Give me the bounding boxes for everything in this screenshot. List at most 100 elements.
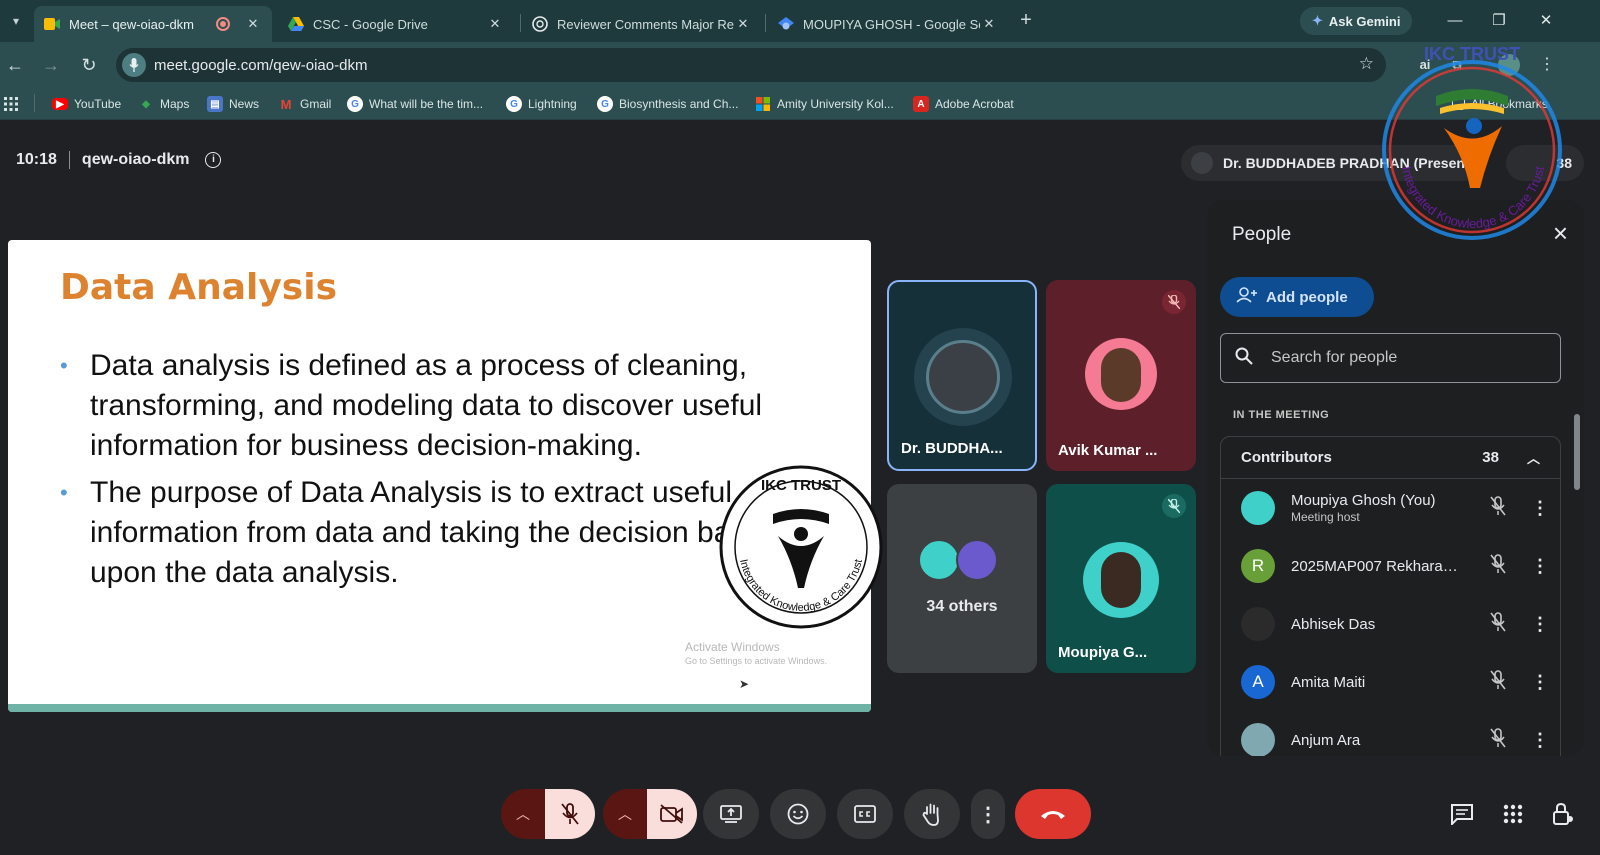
google-icon: G — [347, 96, 363, 112]
participant-tile-avik[interactable]: Avik Kumar ... — [1046, 280, 1196, 471]
tab-search-button[interactable]: ▾ — [4, 9, 28, 33]
bookmark-label: Adobe Acrobat — [935, 97, 1014, 111]
participant-row[interactable]: Moupiya Ghosh (You) Meeting host ⋮ — [1221, 479, 1560, 537]
ask-gemini-label: Ask Gemini — [1328, 13, 1401, 29]
more-options-icon[interactable]: ⋮ — [1530, 614, 1550, 635]
leave-call-button[interactable] — [1015, 789, 1091, 839]
raise-hand-button[interactable] — [904, 789, 960, 839]
avatar — [1085, 338, 1157, 410]
video-options-button[interactable]: ︿ — [603, 789, 647, 839]
youtube-icon: ▶ — [52, 98, 68, 110]
tab-scholar[interactable]: MOUPIYA GHOSH - Google Sch ✕ — [768, 6, 1008, 42]
activities-button[interactable] — [1498, 799, 1528, 829]
meeting-code: qew-oiao-dkm — [81, 151, 190, 168]
add-people-label: Add people — [1266, 288, 1348, 306]
tab-title: Reviewer Comments Major Revi — [557, 16, 734, 32]
tab-title: MOUPIYA GHOSH - Google Sch — [803, 16, 980, 32]
tab-drive[interactable]: CSC - Google Drive ✕ — [278, 6, 514, 42]
reload-button[interactable]: ↻ — [76, 52, 102, 78]
reactions-button[interactable] — [770, 789, 826, 839]
info-icon[interactable]: i — [205, 152, 222, 168]
ask-gemini-button[interactable]: ✦ Ask Gemini — [1300, 7, 1413, 35]
add-people-button[interactable]: Add people — [1220, 277, 1374, 317]
participant-row[interactable]: Anjum Ara ⋮ — [1221, 711, 1560, 756]
participant-tile-presenter[interactable]: Dr. BUDDHA... — [887, 280, 1037, 471]
bookmarks-separator — [34, 94, 35, 112]
more-options-icon[interactable]: ⋮ — [1530, 672, 1550, 693]
mic-off-icon[interactable] — [1484, 669, 1512, 695]
mic-off-icon — [1162, 494, 1186, 518]
mic-off-icon — [1162, 290, 1186, 314]
presenter-avatar — [1191, 152, 1213, 174]
host-controls-button[interactable] — [1548, 799, 1578, 829]
microphone-toggle-button[interactable] — [545, 789, 595, 839]
search-placeholder: Search for people — [1271, 349, 1398, 366]
minimize-window-button[interactable]: — — [1440, 8, 1470, 34]
bookmark-label: What will be the tim... — [369, 97, 484, 111]
bookmark-amity[interactable]: Amity University Kol... — [755, 95, 894, 113]
forward-button[interactable]: → — [38, 52, 64, 78]
audio-options-button[interactable]: ︿ — [501, 789, 545, 839]
bookmark-acrobat[interactable]: A Adobe Acrobat — [913, 95, 1014, 113]
camera-toggle-button[interactable] — [647, 789, 697, 839]
bookmark-google-search[interactable]: G What will be the tim... — [347, 95, 483, 113]
bookmark-gmail[interactable]: M Gmail — [278, 95, 332, 113]
bookmark-star-icon[interactable]: ☆ — [1359, 54, 1374, 74]
maximize-window-button[interactable]: ❐ — [1484, 8, 1514, 34]
address-bar[interactable]: meet.google.com/qew-oiao-dkm ☆ — [116, 48, 1386, 82]
captions-button[interactable] — [837, 789, 893, 839]
bookmark-label: YouTube — [74, 97, 122, 111]
new-tab-button[interactable]: + — [1014, 9, 1038, 33]
more-options-icon[interactable]: ⋮ — [1530, 556, 1550, 577]
contributors-header[interactable]: Contributors 38 ︿ — [1221, 437, 1560, 479]
slide-bullet: Data analysis is defined as a process of… — [60, 346, 840, 466]
search-people-input[interactable]: Search for people — [1220, 333, 1561, 383]
chevron-up-icon[interactable]: ︿ — [1527, 448, 1540, 467]
close-window-button[interactable]: ✕ — [1531, 8, 1561, 34]
microphone-permission-icon[interactable] — [122, 53, 146, 77]
tab-meet[interactable]: Meet – qew-oiao-dkm ✕ — [34, 6, 272, 42]
present-screen-button[interactable] — [703, 789, 759, 839]
panel-scrollbar[interactable] — [1574, 414, 1580, 490]
bookmark-youtube[interactable]: ▶ YouTube — [52, 95, 121, 113]
mic-off-icon[interactable] — [1484, 553, 1512, 579]
participant-row[interactable]: Abhisek Das ⋮ — [1221, 595, 1560, 653]
recording-indicator-icon — [216, 17, 230, 31]
participant-row[interactable]: A Amita Maiti ⋮ — [1221, 653, 1560, 711]
meet-stage: 10:18 qew-oiao-dkm i Dr. BUDDHADEB PRADH… — [0, 121, 1600, 855]
chat-icon — [1451, 804, 1473, 825]
mic-off-icon[interactable] — [1484, 611, 1512, 637]
end-call-icon — [1041, 811, 1065, 819]
more-options-button[interactable]: ⋮ — [971, 789, 1005, 839]
bookmark-lightning[interactable]: G Lightning — [506, 95, 577, 113]
close-tab-icon[interactable]: ✕ — [244, 16, 262, 32]
tab-reviewer[interactable]: Reviewer Comments Major Revi ✕ — [522, 6, 762, 42]
close-tab-icon[interactable]: ✕ — [980, 16, 998, 32]
bookmark-biosynthesis[interactable]: G Biosynthesis and Ch... — [597, 95, 738, 113]
participant-tile-moupiya[interactable]: Moupiya G... — [1046, 484, 1196, 673]
more-options-icon[interactable]: ⋮ — [1530, 730, 1550, 751]
more-options-icon[interactable]: ⋮ — [1530, 498, 1550, 519]
gmail-icon: M — [280, 96, 292, 112]
mic-off-icon[interactable] — [1484, 495, 1512, 521]
mic-off-icon[interactable] — [1484, 727, 1512, 753]
close-tab-icon[interactable]: ✕ — [486, 16, 504, 32]
avatar — [1241, 723, 1275, 756]
ikc-trust-stamp-logo: IKC TRUST Integrated Knowledge & Care Tr… — [719, 465, 883, 629]
bookmark-news[interactable]: ▤ News — [207, 95, 259, 113]
bookmark-label: Maps — [160, 97, 190, 111]
divider — [68, 151, 70, 169]
bookmark-maps[interactable]: ◆ Maps — [138, 95, 189, 113]
chat-button[interactable] — [1447, 799, 1477, 829]
apps-grid-icon[interactable] — [4, 95, 18, 113]
back-button[interactable]: ← — [2, 52, 28, 78]
participant-tile-others[interactable]: 34 others — [887, 484, 1037, 673]
tab-title: Meet – qew-oiao-dkm — [69, 16, 194, 32]
emoji-icon — [787, 803, 809, 825]
lock-person-icon — [1553, 802, 1573, 825]
participant-row[interactable]: R 2025MAP007 Rekharani... ⋮ — [1221, 537, 1560, 595]
ikc-trust-color-logo: IKC TRUST Integrated Knowledge & Care Tr… — [1382, 44, 1562, 240]
participant-name: Moupiya G... — [1058, 644, 1148, 661]
raise-hand-icon — [922, 803, 939, 826]
close-tab-icon[interactable]: ✕ — [734, 16, 752, 32]
